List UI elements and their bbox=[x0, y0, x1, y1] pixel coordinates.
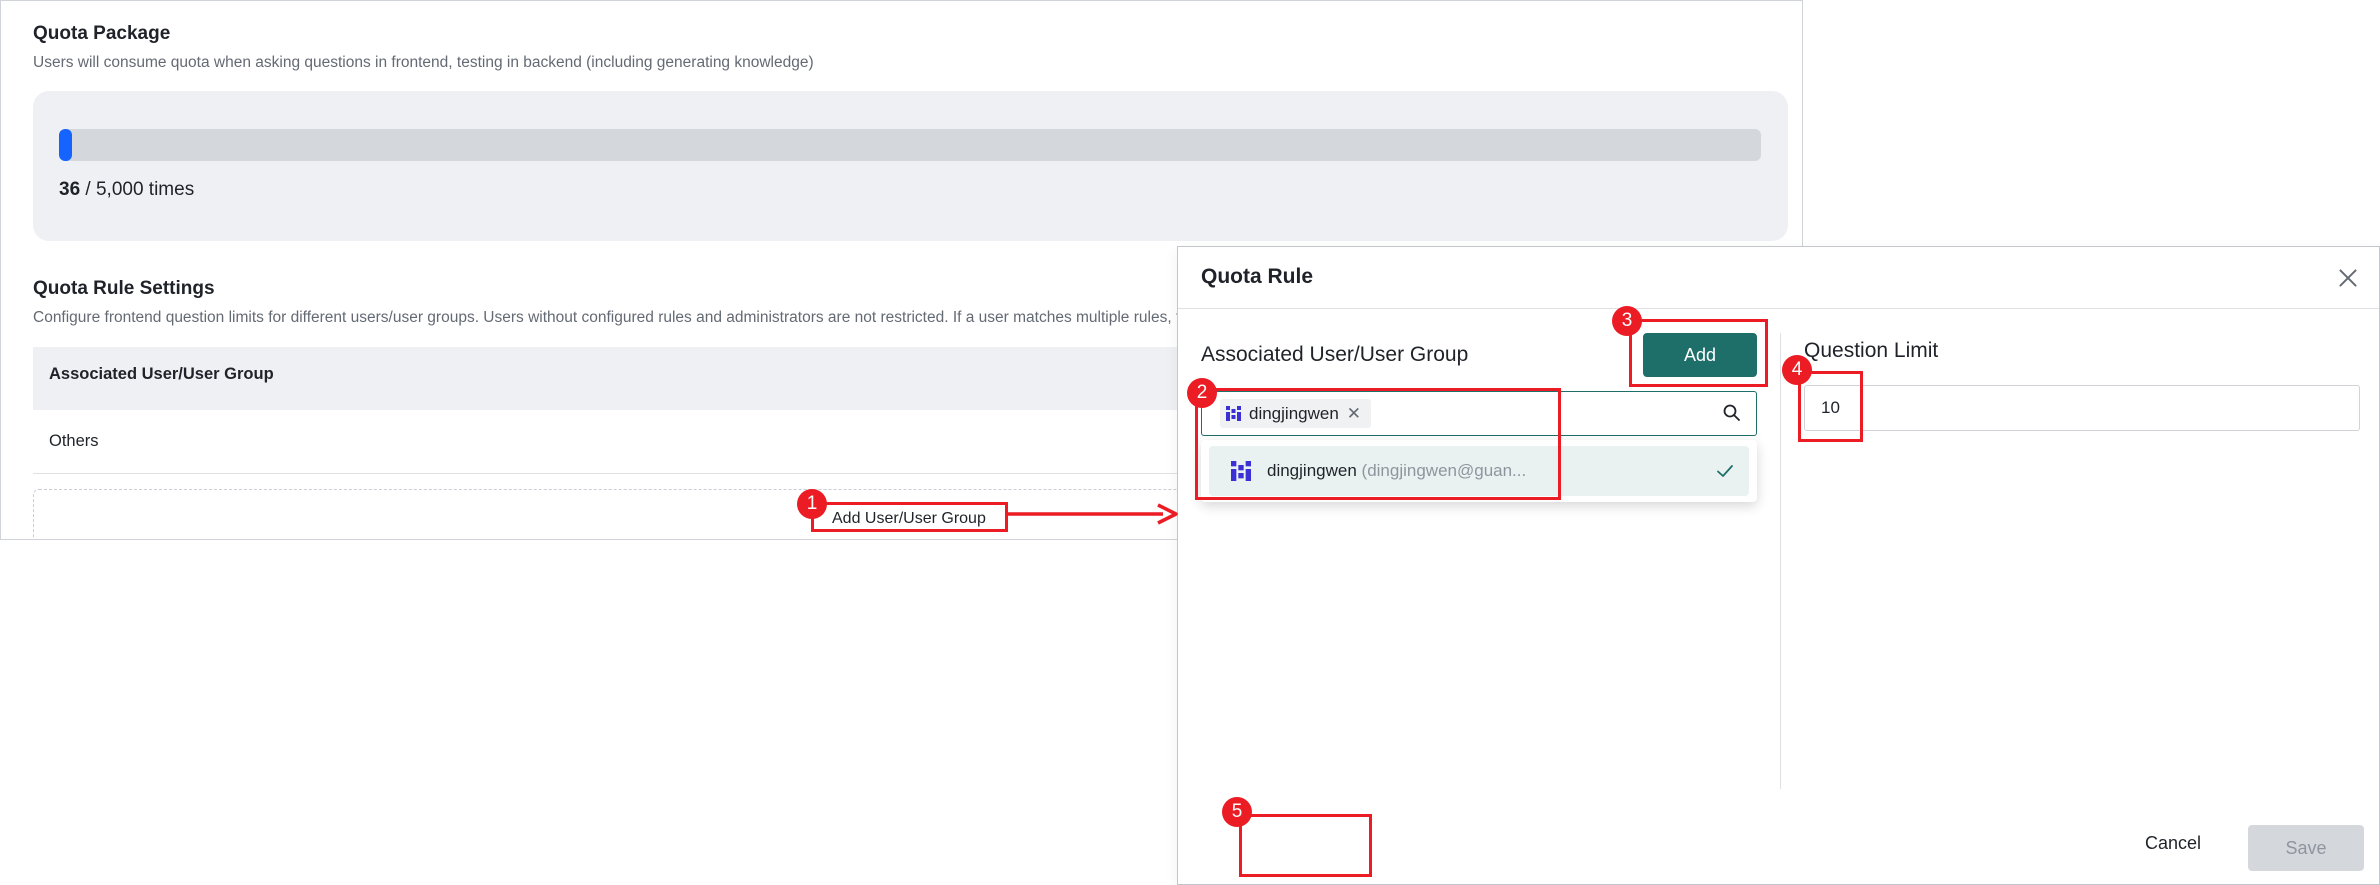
selected-user-tag-label: dingjingwen bbox=[1249, 403, 1339, 423]
modal-title: Quota Rule bbox=[1201, 265, 1314, 288]
quota-usage-text: 36 / 5,000 times bbox=[59, 179, 194, 201]
dropdown-user-name: dingjingwen bbox=[1267, 461, 1357, 480]
annotation-badge-4: 4 bbox=[1782, 355, 1812, 385]
quota-separator: / bbox=[80, 179, 96, 200]
column-divider bbox=[1780, 333, 1781, 789]
user-dropdown: dingjingwen (dingjingwen@guan... bbox=[1201, 440, 1757, 502]
annotation-badge-1: 1 bbox=[797, 489, 827, 519]
user-avatar-icon bbox=[1231, 461, 1251, 481]
modal-header: Quota Rule bbox=[1178, 247, 2379, 309]
annotation-badge-5: 5 bbox=[1222, 797, 1252, 827]
user-group-select[interactable]: dingjingwen ✕ bbox=[1201, 391, 1757, 436]
cancel-button[interactable]: Cancel bbox=[2145, 833, 2201, 854]
quota-progress-fill bbox=[59, 129, 72, 161]
quota-total: 5,000 times bbox=[95, 179, 195, 200]
quota-package-title: Quota Package bbox=[33, 23, 171, 44]
close-icon[interactable] bbox=[2335, 265, 2361, 291]
tag-remove-icon[interactable]: ✕ bbox=[1347, 405, 1361, 422]
quota-used-count: 36 bbox=[59, 179, 81, 200]
annotation-badge-3: 3 bbox=[1612, 306, 1642, 336]
question-limit-label: Question Limit bbox=[1804, 339, 1939, 362]
annotation-badge-2: 2 bbox=[1187, 378, 1217, 408]
dropdown-option[interactable]: dingjingwen (dingjingwen@guan... bbox=[1209, 446, 1749, 496]
quota-rule-settings-title: Quota Rule Settings bbox=[33, 278, 215, 299]
dropdown-user-email: (dingjingwen@guan... bbox=[1361, 461, 1527, 480]
quota-usage-card: 36 / 5,000 times bbox=[33, 91, 1788, 241]
associated-user-group-label: Associated User/User Group bbox=[1201, 343, 1469, 366]
check-icon bbox=[1717, 465, 1733, 477]
add-button[interactable]: Add bbox=[1643, 333, 1757, 377]
question-limit-input[interactable] bbox=[1804, 385, 2360, 431]
add-user-group-label: Add User/User Group bbox=[832, 510, 986, 527]
save-button[interactable]: Save bbox=[2248, 825, 2364, 871]
dropdown-option-label: dingjingwen (dingjingwen@guan... bbox=[1267, 461, 1526, 481]
user-avatar-icon bbox=[1226, 406, 1241, 421]
selected-user-tag: dingjingwen ✕ bbox=[1220, 399, 1372, 428]
quota-progress-bar bbox=[59, 129, 1761, 161]
quota-rule-modal: Quota Rule Associated User/User Group Ad… bbox=[1177, 246, 2380, 885]
quota-package-description: Users will consume quota when asking que… bbox=[33, 54, 814, 71]
search-icon[interactable] bbox=[1722, 403, 1742, 423]
